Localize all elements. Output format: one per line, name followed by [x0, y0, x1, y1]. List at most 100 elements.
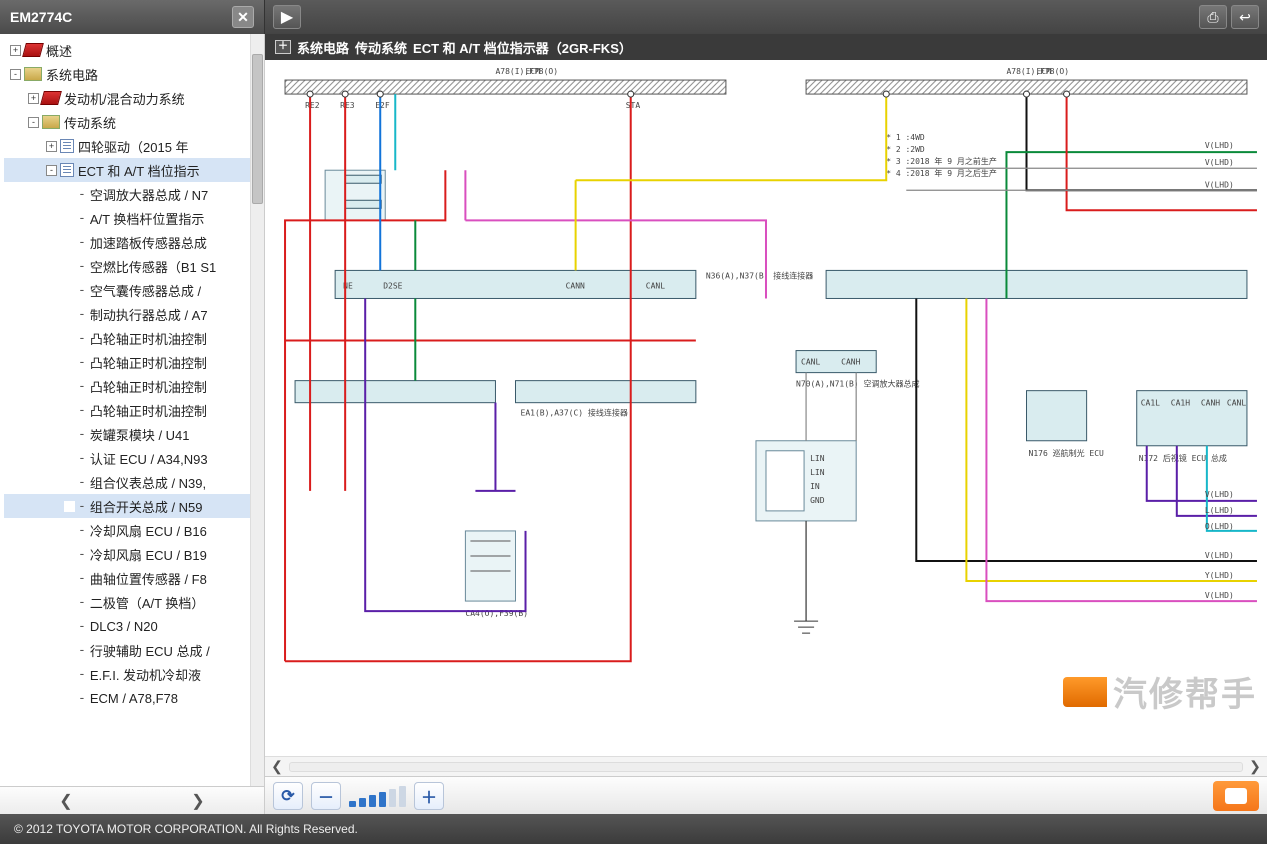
tree-item[interactable]: -空气囊传感器总成 /	[4, 278, 264, 302]
back-button[interactable]: ↩	[1231, 5, 1259, 29]
spacer	[64, 237, 75, 248]
expand-icon[interactable]: +	[28, 93, 39, 104]
expand-icon[interactable]: +	[10, 45, 21, 56]
breadcrumb-part[interactable]: 传动系统	[355, 38, 407, 57]
sidebar-scrollbar[interactable]	[250, 34, 264, 786]
svg-text:* 1 :4WD: * 1 :4WD	[886, 133, 925, 142]
print-button[interactable]: ⎙	[1199, 5, 1227, 29]
scroll-track[interactable]	[289, 762, 1243, 772]
collapse-icon[interactable]: -	[46, 165, 57, 176]
close-icon[interactable]: ✕	[232, 6, 254, 28]
red-icon	[40, 91, 62, 105]
tree-item[interactable]: -冷却风扇 ECU / B19	[4, 542, 264, 566]
spacer	[64, 381, 75, 392]
spacer	[64, 405, 75, 416]
tree-item[interactable]: -A/T 换档杆位置指示	[4, 206, 264, 230]
tree-item[interactable]: -认证 ECU / A34,N93	[4, 446, 264, 470]
svg-text:N172 后视镜 ECU 总成: N172 后视镜 ECU 总成	[1139, 453, 1227, 463]
tree-item-label: 组合仪表总成 / N39,	[90, 473, 206, 492]
spacer	[64, 477, 75, 488]
refresh-button[interactable]: ⟳	[273, 782, 303, 810]
spacer	[64, 261, 75, 272]
tree-item-label: DLC3 / N20	[90, 619, 158, 634]
svg-text:N70(A),N71(B) 空调放大器总成: N70(A),N71(B) 空调放大器总成	[796, 379, 919, 389]
feedback-button[interactable]	[1213, 781, 1259, 811]
tree-item[interactable]: -DLC3 / N20	[4, 614, 264, 638]
tree-item[interactable]: -ECT 和 A/T 档位指示	[4, 158, 264, 182]
expand-icon[interactable]: +	[46, 141, 57, 152]
svg-text:N36(A),N37(B) 接线连接器: N36(A),N37(B) 接线连接器	[706, 270, 813, 280]
svg-text:ECM: ECM	[526, 67, 541, 76]
svg-text:* 4 :2018 年 9 月之后生产: * 4 :2018 年 9 月之后生产	[886, 168, 997, 178]
diagram-viewport[interactable]: A78(I),F78(O) ECM A78(I),F78(O) ECM RE2 …	[265, 60, 1267, 756]
svg-text:CANN: CANN	[566, 281, 585, 290]
spacer	[64, 333, 75, 344]
expand-icon[interactable]: ＋	[275, 40, 291, 54]
bullet-icon: -	[78, 691, 86, 706]
tree-item[interactable]: -曲轴位置传感器 / F8	[4, 566, 264, 590]
tree-item-label: 认证 ECU / A34,N93	[90, 449, 208, 468]
tree-item[interactable]: -冷却风扇 ECU / B16	[4, 518, 264, 542]
tree-item-label: A/T 换档杆位置指示	[90, 209, 205, 228]
tree-item[interactable]: -ECM / A78,F78	[4, 686, 264, 710]
tree-item[interactable]: -空调放大器总成 / N7	[4, 182, 264, 206]
bullet-icon: -	[78, 475, 86, 490]
tree-item[interactable]: -传动系统	[4, 110, 264, 134]
spacer	[64, 597, 75, 608]
scroll-right-button[interactable]: ❯	[1243, 758, 1267, 775]
breadcrumb-part[interactable]: 系统电路	[297, 38, 349, 57]
sidebar-prev-button[interactable]: ❮	[0, 791, 132, 811]
tree-item-label: E.F.I. 发动机冷却液	[90, 665, 201, 684]
spacer	[64, 189, 75, 200]
tree-item[interactable]: -制动执行器总成 / A7	[4, 302, 264, 326]
nav-tree[interactable]: +概述-系统电路+发动机/混合动力系统-传动系统 + 四轮驱动（2015 年 -ECT…	[0, 34, 264, 786]
bullet-icon: -	[78, 235, 86, 250]
tree-item-label: 空燃比传感器（B1 S1	[90, 257, 216, 276]
tree-item-label: 冷却风扇 ECU / B19	[90, 545, 207, 564]
bullet-icon: -	[78, 355, 86, 370]
tree-item[interactable]: -凸轮轴正时机油控制	[4, 326, 264, 350]
svg-text:CANL: CANL	[1227, 399, 1246, 408]
tree-item[interactable]: + 四轮驱动（2015 年	[4, 134, 264, 158]
tree-item[interactable]: -凸轮轴正时机油控制	[4, 374, 264, 398]
tree-item[interactable]: -加速踏板传感器总成	[4, 230, 264, 254]
bullet-icon: -	[78, 547, 86, 562]
spacer	[64, 357, 75, 368]
sidebar-next-button[interactable]: ❯	[132, 791, 264, 811]
zoom-in-button[interactable]: ＋	[414, 782, 444, 810]
svg-text:N176 巡航制光 ECU: N176 巡航制光 ECU	[1029, 448, 1105, 458]
svg-text:D2SE: D2SE	[383, 281, 402, 290]
tree-item-label: 四轮驱动（2015 年	[78, 137, 189, 156]
breadcrumb-part[interactable]: ECT 和 A/T 档位指示器（2GR-FKS）	[413, 38, 632, 57]
tree-item[interactable]: -组合开关总成 / N59	[4, 494, 264, 518]
document-tab[interactable]: EM2774C ✕	[0, 0, 265, 34]
tree-item[interactable]: -炭罐泵模块 / U41	[4, 422, 264, 446]
bullet-icon: -	[78, 307, 86, 322]
tree-item[interactable]: -系统电路	[4, 62, 264, 86]
collapse-icon[interactable]: -	[10, 69, 21, 80]
tree-item[interactable]: -凸轮轴正时机油控制	[4, 350, 264, 374]
zoom-level-indicator[interactable]	[349, 785, 406, 807]
svg-text:V(LHD): V(LHD)	[1205, 551, 1234, 560]
bullet-icon: -	[78, 211, 86, 226]
tree-item-label: 凸轮轴正时机油控制	[90, 353, 207, 372]
horizontal-scrollbar[interactable]: ❮ ❯	[265, 756, 1267, 776]
tree-item[interactable]: -行驶辅助 ECU 总成 /	[4, 638, 264, 662]
tree-item[interactable]: -二极管（A/T 换档）	[4, 590, 264, 614]
tree-item[interactable]: +发动机/混合动力系统	[4, 86, 264, 110]
tree-item[interactable]: -组合仪表总成 / N39,	[4, 470, 264, 494]
zoom-out-button[interactable]: －	[311, 782, 341, 810]
tree-item[interactable]: +概述	[4, 38, 264, 62]
tree-item[interactable]: -凸轮轴正时机油控制	[4, 398, 264, 422]
scroll-left-button[interactable]: ❮	[265, 758, 289, 775]
tree-item[interactable]: -E.F.I. 发动机冷却液	[4, 662, 264, 686]
spacer	[64, 213, 75, 224]
collapse-icon[interactable]: -	[28, 117, 39, 128]
bullet-icon: -	[78, 187, 86, 202]
book-icon	[24, 67, 42, 81]
svg-text:EA1(B),A37(C) 接线连接器: EA1(B),A37(C) 接线连接器	[521, 408, 628, 418]
tree-item[interactable]: -空燃比传感器（B1 S1	[4, 254, 264, 278]
play-button[interactable]: ▶	[273, 5, 301, 29]
sidebar-scroll-thumb[interactable]	[252, 54, 263, 204]
wiring-diagram: A78(I),F78(O) ECM A78(I),F78(O) ECM RE2 …	[265, 60, 1267, 756]
